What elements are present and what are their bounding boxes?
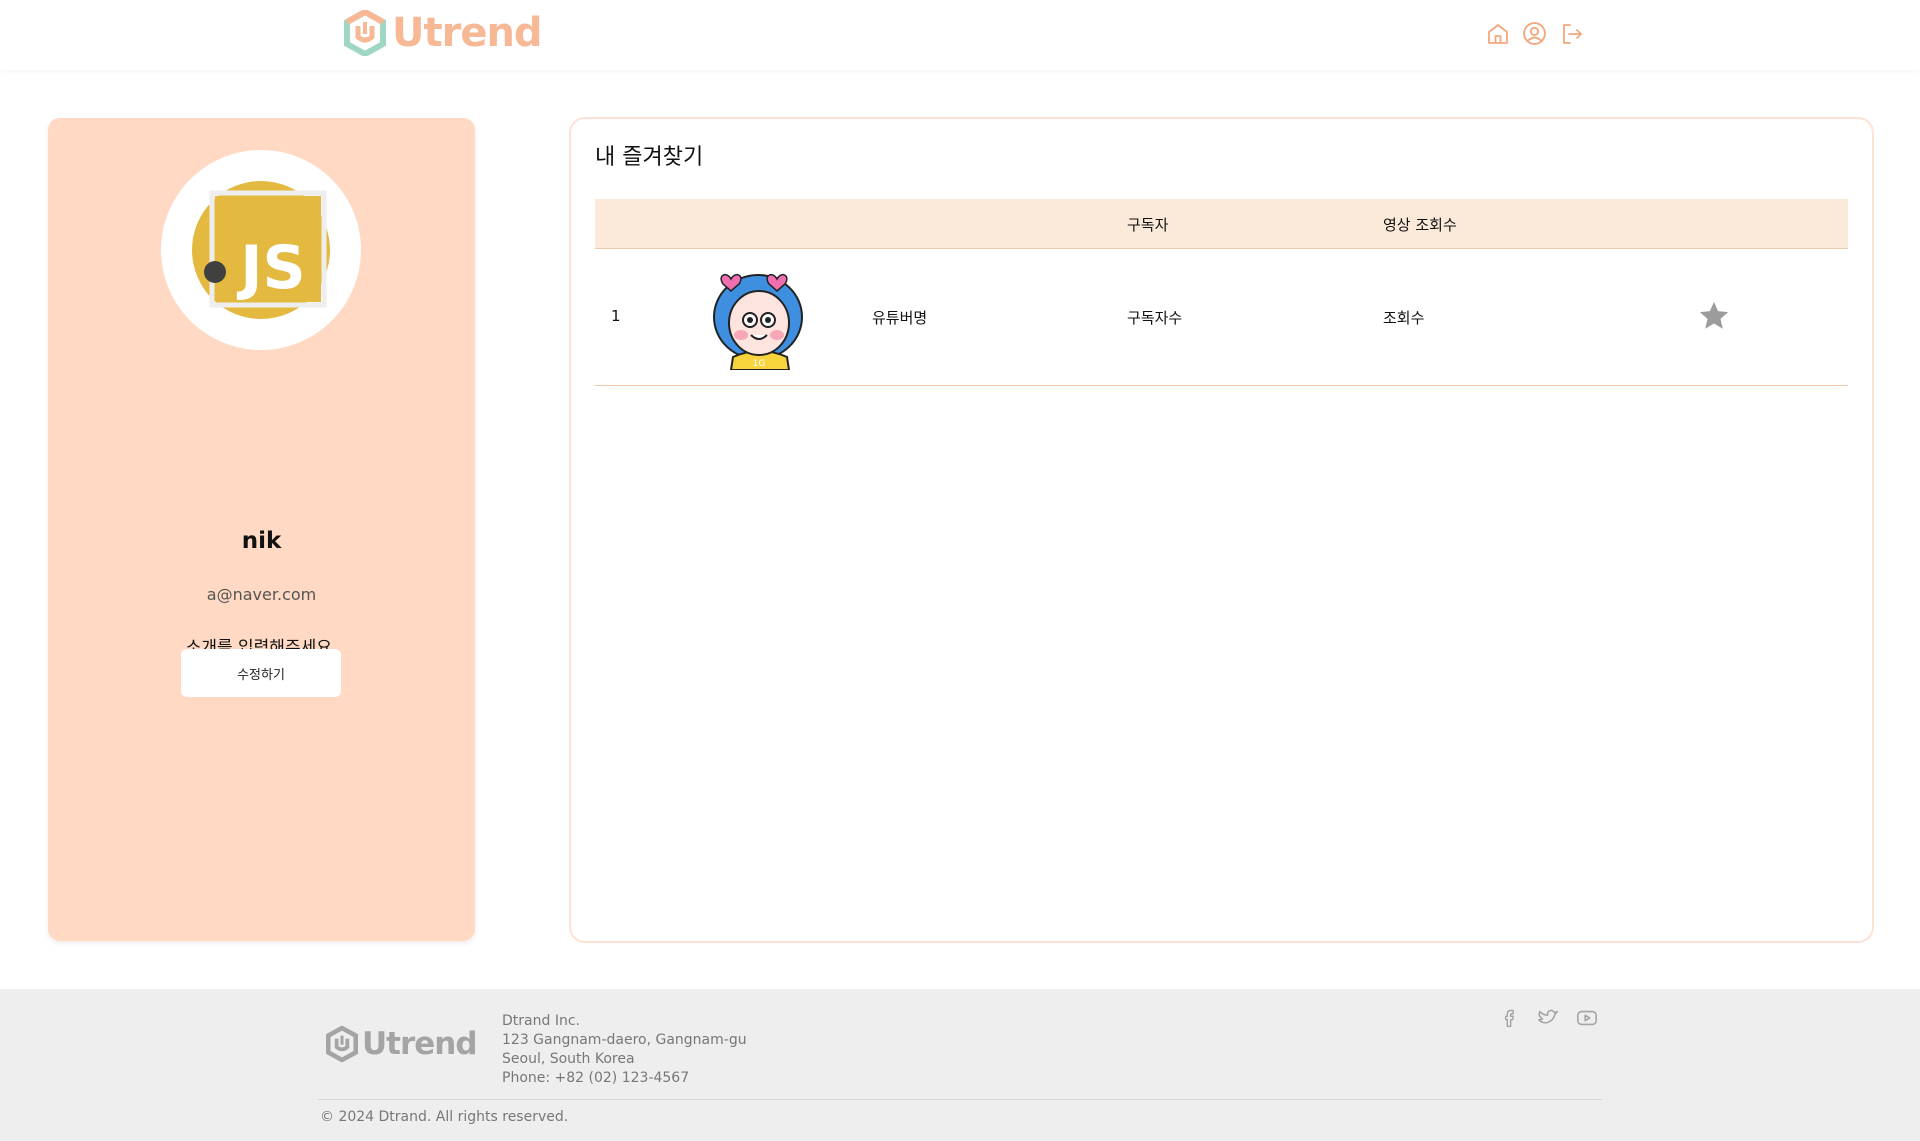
footer-divider (318, 1099, 1602, 1100)
address-line-1: 123 Gangnam-daero, Gangnam-gu (502, 1032, 747, 1048)
company-info: Dtrand Inc. 123 Gangnam-daero, Gangnam-g… (502, 1012, 747, 1088)
svg-text:JS: JS (236, 233, 306, 303)
footer: Utrend Dtrand Inc. 123 Gangnam-daero, Ga… (0, 989, 1920, 1141)
view-count: 조회수 (1383, 309, 1425, 327)
utrend-logo-icon (326, 1026, 358, 1062)
utrend-logo-icon (344, 10, 386, 56)
table-row[interactable]: 1 1G 유튜버명 구독자수 조회수 (595, 249, 1848, 386)
avatar[interactable]: JS (161, 150, 361, 350)
profile-card: JS nik a@naver.com 소개를 입력해주세요. 수정하기 (48, 118, 475, 941)
copyright: © 2024 Dtrand. All rights reserved. (320, 1109, 569, 1125)
header: Utrend (0, 0, 1920, 70)
logo-text: Utrend (392, 10, 543, 56)
column-header-views: 영상 조회수 (1383, 216, 1457, 234)
row-index: 1 (611, 307, 621, 325)
phone: Phone: +82 (02) 123-4567 (502, 1070, 690, 1086)
channel-thumbnail[interactable]: 1G (713, 265, 808, 370)
youtube-icon[interactable] (1574, 1005, 1600, 1031)
profile-email: a@naver.com (206, 585, 317, 604)
favorites-table: 구독자 영상 조회수 1 1G 유튜버명 구독자수 조회수 (595, 199, 1848, 386)
home-icon[interactable] (1484, 20, 1511, 47)
column-header-subscribers: 구독자 (1127, 216, 1169, 234)
social-links (1496, 1005, 1600, 1031)
header-nav (1484, 20, 1585, 47)
star-icon[interactable] (1697, 299, 1731, 333)
user-circle-icon[interactable] (1521, 20, 1548, 47)
subscriber-count: 구독자수 (1127, 309, 1183, 327)
twitter-icon[interactable] (1535, 1005, 1561, 1031)
javascript-logo-icon: JS (192, 181, 330, 319)
footer-logo-text: Utrend (362, 1026, 478, 1062)
facebook-icon[interactable] (1496, 1005, 1522, 1031)
table-header: 구독자 영상 조회수 (595, 199, 1848, 249)
page-title: 내 즐겨찾기 (595, 145, 704, 170)
address-line-2: Seoul, South Korea (502, 1051, 635, 1067)
profile-name: nik (241, 528, 282, 554)
favorites-panel: 내 즐겨찾기 구독자 영상 조회수 1 1G 유튜버명 구독자수 조회수 (569, 117, 1874, 943)
svg-text:1G: 1G (753, 359, 766, 369)
company-name: Dtrand Inc. (502, 1013, 580, 1029)
logout-icon[interactable] (1558, 20, 1585, 47)
channel-name[interactable]: 유튜버명 (872, 307, 927, 328)
footer-logo[interactable]: Utrend (326, 1025, 478, 1063)
logo[interactable]: Utrend (344, 9, 543, 57)
edit-profile-button[interactable]: 수정하기 (181, 649, 341, 697)
